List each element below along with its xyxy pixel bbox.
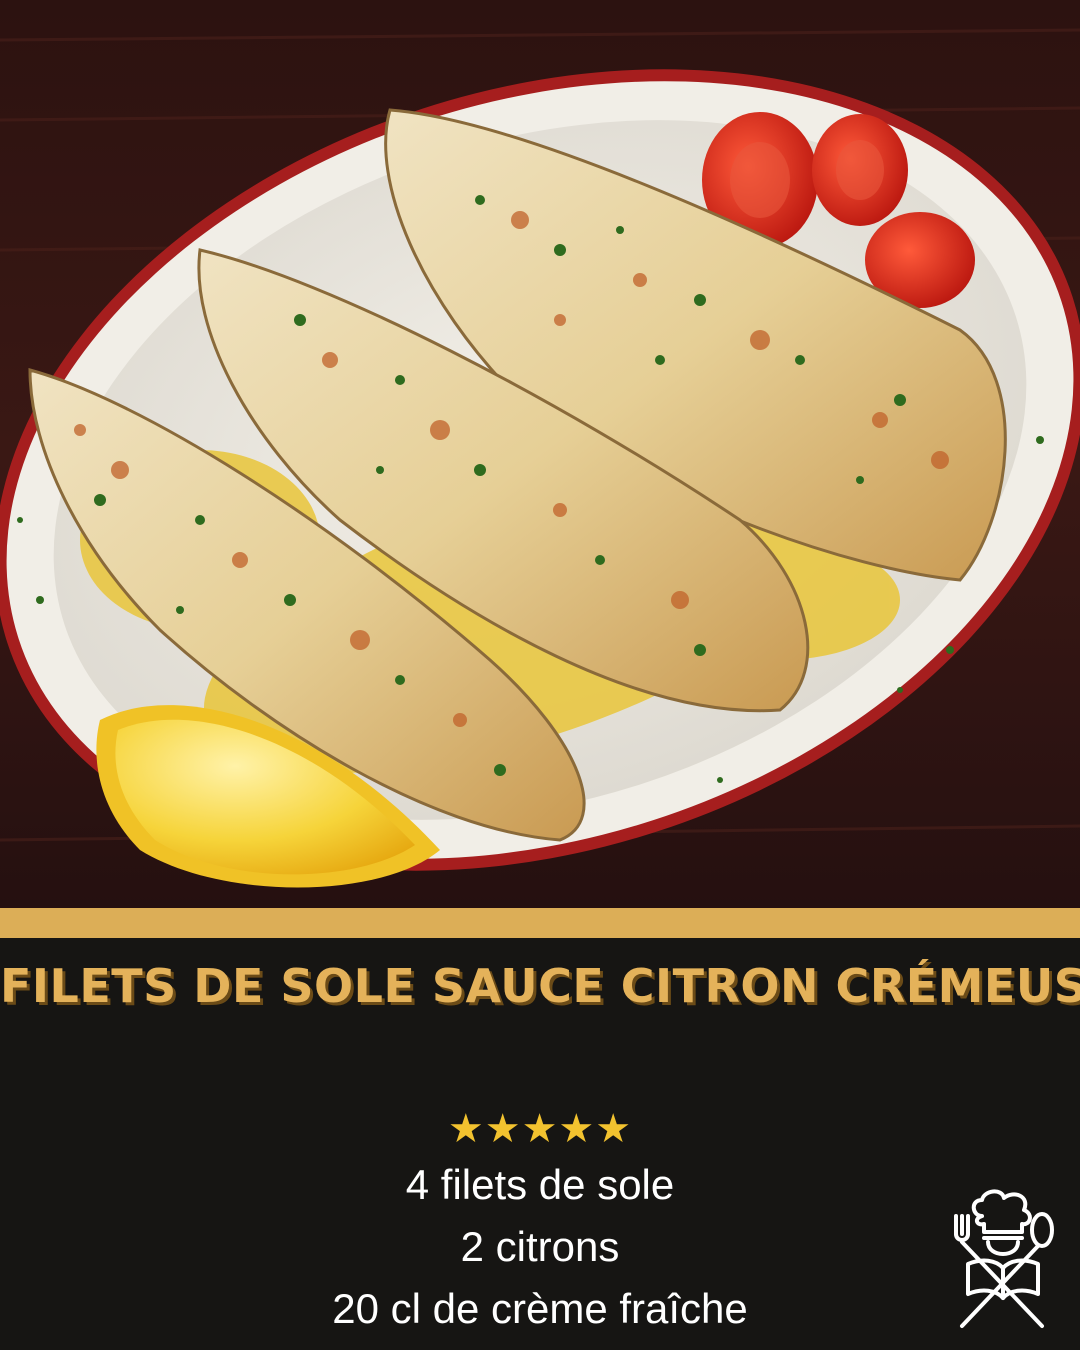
- star-rating: ★★★★★: [447, 1106, 633, 1152]
- recipe-card: Filets de sole sauce citron crémeuse ★★★…: [0, 0, 1080, 1350]
- ingredient-item: 4 filets de sole: [405, 1161, 675, 1208]
- dish-photo: [0, 0, 1080, 908]
- ingredient-item: 2 citrons: [460, 1223, 620, 1270]
- gold-divider: [0, 908, 1080, 938]
- recipe-title: Filets de sole sauce citron crémeuse: [0, 959, 1080, 1013]
- chef-book-cutlery-icon: [946, 1186, 1058, 1332]
- ingredient-list: 4 filets de sole 2 citrons 20 cl de crèm…: [0, 1154, 1080, 1340]
- ingredient-item: 20 cl de crème fraîche: [332, 1285, 748, 1332]
- sole-fillets-image: [0, 0, 1080, 908]
